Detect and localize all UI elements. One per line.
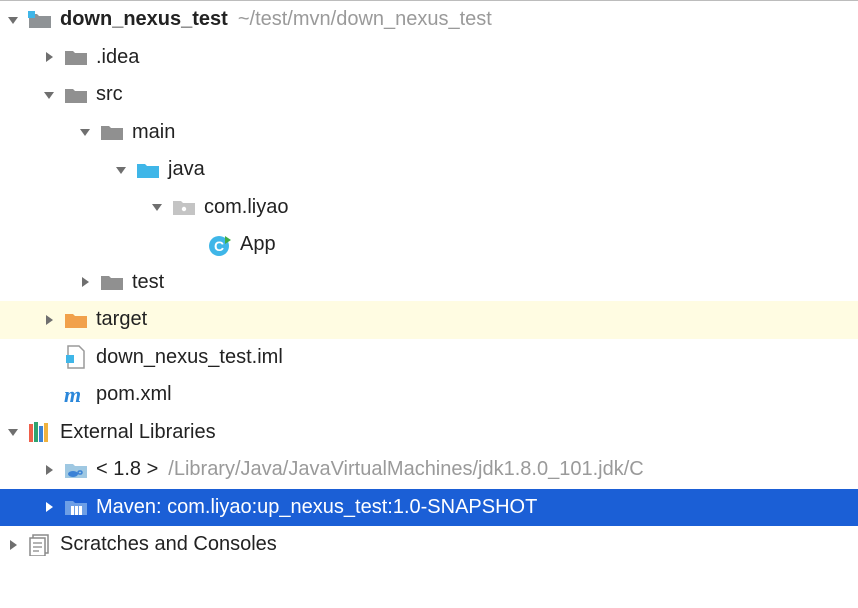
tree-row-jdk[interactable]: < 1.8 > /Library/Java/JavaVirtualMachine… bbox=[0, 451, 858, 489]
tree-label: Scratches and Consoles bbox=[60, 533, 277, 556]
tree-label: pom.xml bbox=[96, 383, 172, 406]
chevron-right-icon[interactable] bbox=[42, 50, 56, 64]
chevron-down-icon[interactable] bbox=[78, 125, 92, 139]
folder-icon bbox=[100, 120, 124, 144]
svg-text:C: C bbox=[214, 238, 224, 254]
tree-row-idea[interactable]: .idea bbox=[0, 39, 858, 77]
runnable-class-icon: C bbox=[208, 233, 232, 257]
iml-file-icon bbox=[64, 345, 88, 369]
arrow-placeholder bbox=[186, 238, 200, 252]
tree-label: src bbox=[96, 83, 123, 106]
maven-pom-icon: m bbox=[64, 383, 88, 407]
folder-icon bbox=[64, 45, 88, 69]
excluded-folder-icon bbox=[64, 308, 88, 332]
chevron-right-icon[interactable] bbox=[42, 463, 56, 477]
folder-icon bbox=[64, 83, 88, 107]
project-path: ~/test/mvn/down_nexus_test bbox=[238, 8, 492, 31]
tree-row-maven-lib[interactable]: Maven: com.liyao:up_nexus_test:1.0-SNAPS… bbox=[0, 489, 858, 527]
chevron-down-icon[interactable] bbox=[6, 13, 20, 27]
tree-label: App bbox=[240, 233, 276, 256]
tree-row-project-root[interactable]: down_nexus_test ~/test/mvn/down_nexus_te… bbox=[0, 1, 858, 39]
jdk-icon bbox=[64, 458, 88, 482]
chevron-down-icon[interactable] bbox=[42, 88, 56, 102]
tree-row-package[interactable]: com.liyao bbox=[0, 189, 858, 227]
jdk-version: < 1.8 > bbox=[96, 458, 158, 481]
tree-label: down_nexus_test.iml bbox=[96, 346, 283, 369]
chevron-down-icon[interactable] bbox=[6, 425, 20, 439]
package-icon bbox=[172, 195, 196, 219]
tree-row-external-libraries[interactable]: External Libraries bbox=[0, 414, 858, 452]
svg-text:m: m bbox=[64, 383, 81, 407]
tree-row-test[interactable]: test bbox=[0, 264, 858, 302]
chevron-right-icon[interactable] bbox=[42, 500, 56, 514]
chevron-down-icon[interactable] bbox=[150, 200, 164, 214]
module-folder-icon bbox=[28, 8, 52, 32]
chevron-right-icon[interactable] bbox=[6, 538, 20, 552]
tree-row-java[interactable]: java bbox=[0, 151, 858, 189]
tree-row-class-app[interactable]: C App bbox=[0, 226, 858, 264]
project-name: down_nexus_test bbox=[60, 8, 228, 31]
tree-row-scratches[interactable]: Scratches and Consoles bbox=[0, 526, 858, 564]
tree-label: .idea bbox=[96, 46, 139, 69]
chevron-down-icon[interactable] bbox=[114, 163, 128, 177]
tree-label: target bbox=[96, 308, 147, 331]
tree-row-src[interactable]: src bbox=[0, 76, 858, 114]
arrow-placeholder bbox=[42, 350, 56, 364]
library-folder-icon bbox=[64, 495, 88, 519]
arrow-placeholder bbox=[42, 388, 56, 402]
tree-label: External Libraries bbox=[60, 421, 216, 444]
tree-row-target[interactable]: target bbox=[0, 301, 858, 339]
tree-label: main bbox=[132, 121, 175, 144]
chevron-right-icon[interactable] bbox=[78, 275, 92, 289]
project-tree: down_nexus_test ~/test/mvn/down_nexus_te… bbox=[0, 1, 858, 564]
libraries-icon bbox=[28, 420, 52, 444]
tree-label: test bbox=[132, 271, 164, 294]
tree-row-pom[interactable]: m pom.xml bbox=[0, 376, 858, 414]
folder-icon bbox=[100, 270, 124, 294]
tree-row-iml[interactable]: down_nexus_test.iml bbox=[0, 339, 858, 377]
tree-label: com.liyao bbox=[204, 196, 288, 219]
tree-label: Maven: com.liyao:up_nexus_test:1.0-SNAPS… bbox=[96, 496, 537, 519]
tree-row-main[interactable]: main bbox=[0, 114, 858, 152]
chevron-right-icon[interactable] bbox=[42, 313, 56, 327]
scratches-icon bbox=[28, 533, 52, 557]
tree-label: java bbox=[168, 158, 205, 181]
source-folder-icon bbox=[136, 158, 160, 182]
jdk-path: /Library/Java/JavaVirtualMachines/jdk1.8… bbox=[168, 458, 643, 481]
